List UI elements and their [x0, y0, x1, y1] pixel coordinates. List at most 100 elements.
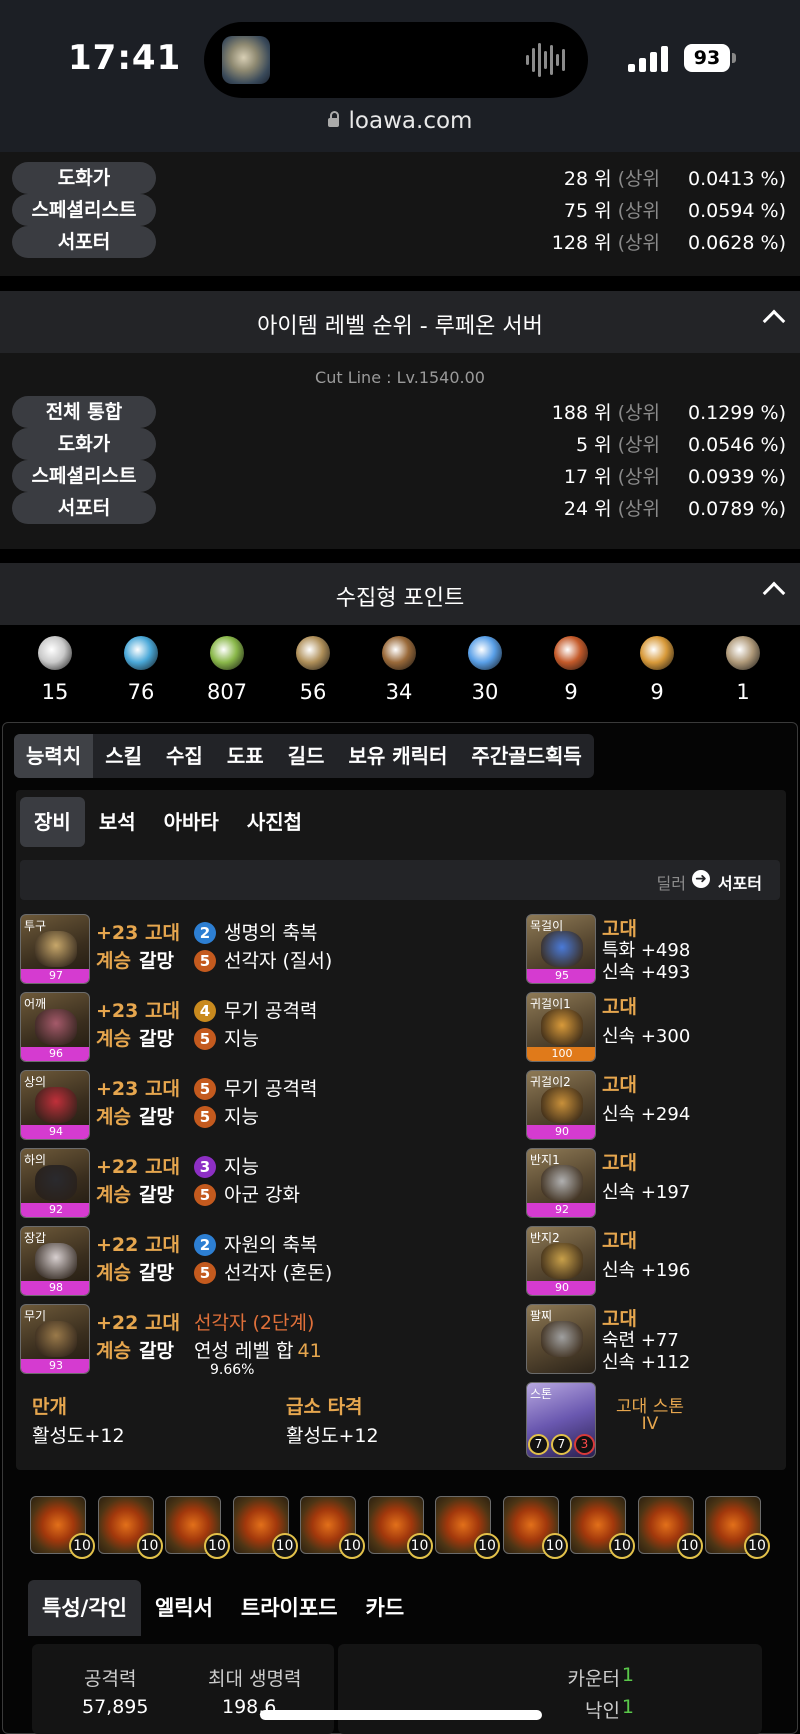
- tab-main-6[interactable]: 주간골드획득: [459, 734, 593, 778]
- arrow-right-icon[interactable]: ➜: [692, 870, 710, 888]
- tab-bottom-1[interactable]: 엘릭서: [141, 1580, 227, 1636]
- ability-stone[interactable]: 스톤 7 7 3: [526, 1382, 596, 1458]
- rank-number: 188 위: [551, 402, 612, 424]
- accessory-grade: 고대: [602, 996, 637, 1018]
- tab-main-4[interactable]: 길드: [276, 734, 337, 778]
- gem-row: 10 10 10 10 10 10 10 10 10 10 10: [30, 1496, 780, 1560]
- tab-sub-3[interactable]: 사진첩: [233, 797, 316, 847]
- enhance-level: +22 고대: [96, 1156, 180, 1178]
- tab-sub-2[interactable]: 아바타: [150, 797, 233, 847]
- role-dealer[interactable]: 딜러: [657, 870, 686, 894]
- accessory-icon: 반지1 92: [526, 1148, 596, 1218]
- gem-icon[interactable]: 10: [30, 1496, 95, 1559]
- gem-icon[interactable]: 10: [435, 1496, 500, 1559]
- rank-class-pill: 전체 통합: [12, 396, 156, 428]
- dynamic-island: [204, 22, 588, 98]
- art-icon: [296, 636, 330, 670]
- home-indicator[interactable]: [260, 1710, 542, 1720]
- set-info: 계승 갈망: [96, 1258, 174, 1285]
- gem-icon[interactable]: 10: [367, 1496, 433, 1559]
- set-info: 계승 갈망: [96, 1336, 174, 1363]
- tab-sub-1[interactable]: 보석: [85, 797, 150, 847]
- tier-label: 계승: [96, 1184, 131, 1206]
- collection-item[interactable]: 15: [20, 636, 90, 704]
- accessory-icon: 반지2 90: [526, 1226, 596, 1296]
- gem-level: 10: [541, 1533, 568, 1559]
- collection-item[interactable]: 807: [192, 636, 262, 704]
- tab-main-2[interactable]: 수집: [154, 734, 215, 778]
- item-rank-header[interactable]: 아이템 레벨 순위 - 루페온 서버: [0, 291, 800, 353]
- slot-label: 팔찌: [530, 1309, 553, 1323]
- collection-count: 1: [736, 680, 750, 704]
- collection-item[interactable]: 9: [622, 636, 692, 704]
- gem-icon[interactable]: 10: [705, 1496, 770, 1559]
- engraving-name: 무기 공격력: [224, 1000, 318, 1022]
- engraving-level-badge: 2: [194, 1234, 216, 1256]
- role-support[interactable]: 서포터: [718, 870, 762, 894]
- equipment-row[interactable]: 어깨 96 +23 고대 계승 갈망 4 무기 공격력 5 지능: [20, 992, 500, 1064]
- equipment-row[interactable]: 하의 92 +22 고대 계승 갈망 3 지능 5 아군 강화: [20, 1148, 500, 1220]
- engraving-level-badge: 4: [194, 1000, 216, 1022]
- refine-label: 연성 레벨 합: [194, 1340, 294, 1362]
- tab-main-3[interactable]: 도표: [215, 734, 276, 778]
- rank-number: 28 위: [563, 168, 612, 190]
- rank-value: 24 위 (상위 0.0789 %): [564, 494, 786, 521]
- weapon-advance: 선각자 (2단계): [194, 1312, 315, 1334]
- engraving-name: 선각자 (질서): [224, 950, 333, 972]
- quality-bar: 90: [527, 1281, 595, 1295]
- rank-class-pill: 스페셜리스트: [12, 194, 156, 226]
- accessory-icon: 목걸이 95: [526, 914, 596, 984]
- equipment-row[interactable]: 무기 93 +22 고대 계승 갈망 선각자 (2단계) 연성 레벨 합 41 9.66%: [20, 1304, 500, 1378]
- weapon-refine: 연성 레벨 합 41: [194, 1336, 322, 1362]
- equipment-row[interactable]: 장갑 98 +22 고대 계승 갈망 2 자원의 축복 5 선각자 (혼돈): [20, 1226, 500, 1298]
- rank-class-pill: 도화가: [12, 162, 156, 194]
- tab-bottom-3[interactable]: 카드: [352, 1580, 419, 1636]
- accessory-row[interactable]: 목걸이 95 고대 특화 +498 신속 +493: [526, 914, 782, 986]
- address-bar[interactable]: loawa.com: [0, 108, 800, 134]
- accessory-row[interactable]: 반지1 92 고대 신속 +197: [526, 1148, 782, 1220]
- accessory-row[interactable]: 귀걸이1 100 고대 신속 +300: [526, 992, 782, 1064]
- engraving-line: 4 무기 공격력: [194, 996, 317, 1022]
- engraving-line: 5 지능: [194, 1024, 259, 1050]
- tab-main-5[interactable]: 보유 캐릭터: [336, 734, 459, 778]
- rank-class-pill: 스페셜리스트: [12, 460, 156, 492]
- collection-item[interactable]: 56: [278, 636, 348, 704]
- collection-item[interactable]: 9: [536, 636, 606, 704]
- gem-level: 10: [676, 1533, 703, 1559]
- sub-tabs: 장비 보석 아바타 사진첩: [20, 797, 316, 847]
- collection-item[interactable]: 30: [450, 636, 520, 704]
- accessory-stat: 신속 +112: [602, 1352, 691, 1373]
- rank-row: 스페셜리스트 17 위 (상위 0.0939 %): [0, 460, 800, 494]
- gem-icon[interactable]: 10: [97, 1496, 163, 1559]
- slot-label: 귀걸이1: [530, 997, 571, 1011]
- accessory-stat: 신속 +493: [602, 962, 691, 983]
- gem-icon[interactable]: 10: [637, 1496, 703, 1559]
- gem-icon[interactable]: 10: [502, 1496, 568, 1559]
- engraving-line: 5 선각자 (혼돈): [194, 1258, 332, 1284]
- accessory-row[interactable]: 반지2 90 고대 신속 +196: [526, 1226, 782, 1298]
- collection-header[interactable]: 수집형 포인트: [0, 563, 800, 625]
- signal-icon: [628, 46, 670, 72]
- equipment-row[interactable]: 상의 94 +23 고대 계승 갈망 5 무기 공격력 5 지능: [20, 1070, 500, 1142]
- tab-bottom-0[interactable]: 특성/각인: [28, 1580, 141, 1636]
- rank-value: 75 위 (상위 0.0594 %): [564, 196, 786, 223]
- tab-main-1[interactable]: 스킬: [93, 734, 154, 778]
- gem-icon[interactable]: 10: [165, 1496, 230, 1559]
- gem-icon[interactable]: 10: [570, 1496, 635, 1559]
- collection-item[interactable]: 76: [106, 636, 176, 704]
- equipment-row[interactable]: 투구 97 +23 고대 계승 갈망 2 생명의 축복 5 선각자 (질서): [20, 914, 500, 986]
- item-art: [35, 1087, 77, 1123]
- tier-label: 계승: [96, 1262, 131, 1284]
- accessory-row[interactable]: 귀걸이2 90 고대 신속 +294: [526, 1070, 782, 1142]
- gem-icon[interactable]: 10: [232, 1496, 298, 1559]
- tab-bottom-2[interactable]: 트라이포드: [227, 1580, 352, 1636]
- accessory-row[interactable]: 팔찌 고대 숙련 +77 신속 +112: [526, 1304, 782, 1376]
- collection-count: 9: [650, 680, 664, 704]
- tab-sub-0[interactable]: 장비: [20, 797, 85, 847]
- collection-item[interactable]: 1: [708, 636, 778, 704]
- engraving-name: 무기 공격력: [224, 1078, 318, 1100]
- accessory-icon: 귀걸이1 100: [526, 992, 596, 1062]
- gem-icon[interactable]: 10: [300, 1496, 365, 1559]
- collection-item[interactable]: 34: [364, 636, 434, 704]
- tab-main-0[interactable]: 능력치: [14, 734, 94, 778]
